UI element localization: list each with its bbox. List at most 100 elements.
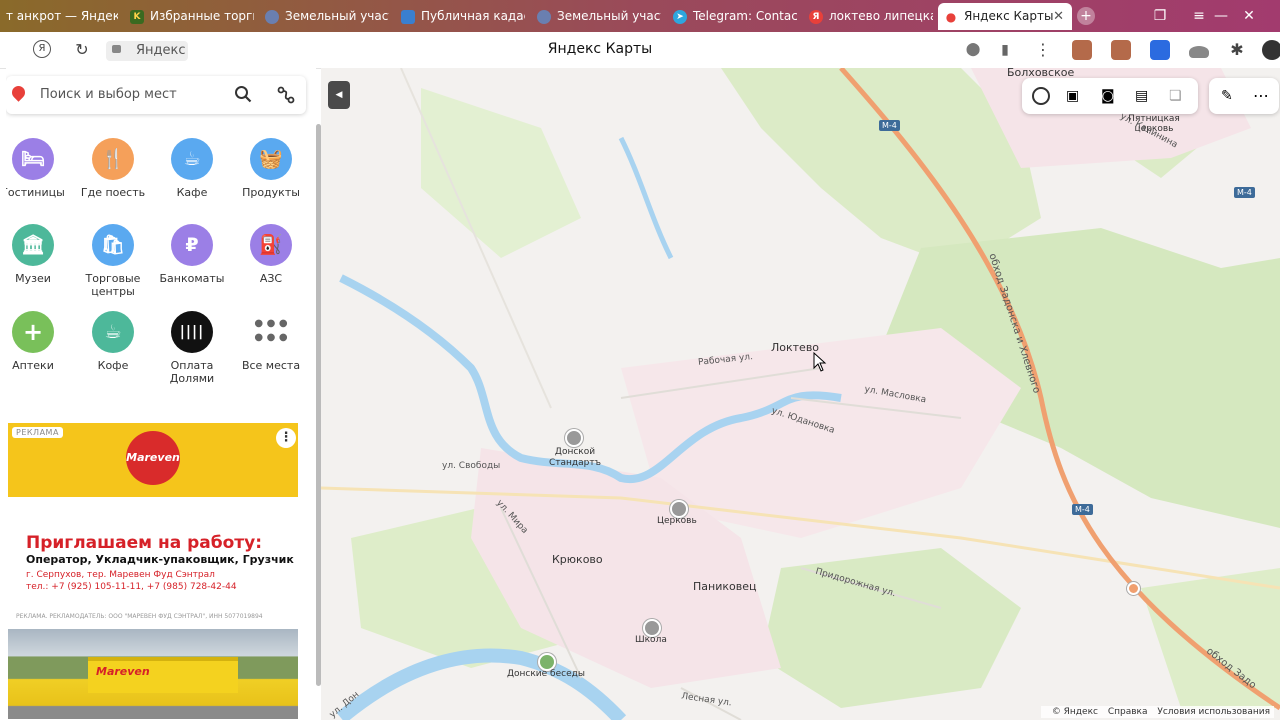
tab-title: Земельный участ [557,9,661,23]
category-all[interactable]: ● ● ● ● ● ● Все места [231,311,311,372]
rosreestr-icon [401,9,415,24]
bookmark-icon[interactable]: ▮ [995,40,1015,60]
collapse-panel-button[interactable]: ◀ [328,81,350,109]
torgi-icon: K [130,9,144,24]
browser-tab[interactable]: ➤ Telegram: Contact [667,3,797,30]
category-cafe[interactable]: ☕ Кафе [152,138,232,199]
more-options-icon[interactable]: ⋮ [276,428,296,448]
ad-badge: РЕКЛАМА [12,427,63,438]
road-shield: М-4 [879,120,900,131]
coffee-icon: ☕ [92,311,134,353]
more-horizontal-icon[interactable]: ⋯ [1253,87,1273,105]
map-base [321,68,1280,720]
category-hotels[interactable]: 🛏 Гостиницы [6,138,73,199]
category-groceries[interactable]: 🧺 Продукты [231,138,311,199]
landmark-icon[interactable] [565,429,583,447]
tab-title: т анкрот — Яндекс [6,9,118,23]
traffic-layer-icon[interactable] [1032,87,1050,105]
category-label: АЗС [259,272,283,285]
map-place-label[interactable]: Локтево [771,341,819,354]
category-coffee[interactable]: ☕ Кофе [73,311,153,372]
tab-title: Земельный участ [285,9,389,23]
extension-icon[interactable] [1072,40,1092,60]
help-link[interactable]: Справка [1108,707,1148,717]
category-malls[interactable]: 🛍 Торговые центры [73,224,153,298]
layers-icon[interactable]: ❏ [1169,87,1189,105]
menu-icon[interactable]: ≡ [1190,7,1208,25]
category-gas[interactable]: ⛽ АЗС [231,224,311,285]
browser-tab[interactable]: Публичная кадас [395,3,525,30]
gas-station-icon[interactable] [1127,582,1140,595]
bed-icon: 🛏 [12,138,54,180]
left-panel: Поиск и выбор мест 🛏 Гостиницы 🍴 Где поест… [6,68,316,720]
tab-title: Избранные торги [150,9,254,23]
map-place-label[interactable]: Крюково [552,553,603,566]
map-canvas[interactable]: ◀ ▣ ◙ ▤ ❏ ✎ ⋯ Болховское Пятницкая церко… [321,68,1280,720]
yandex-home-icon[interactable]: Я [33,40,51,58]
extension-icon[interactable] [1189,46,1209,58]
maps-pin-icon [9,83,28,102]
minimize-icon[interactable]: — [1212,7,1230,25]
page-title: Яндекс Карты [547,41,653,57]
basket-icon: 🧺 [250,138,292,180]
ruler-icon[interactable]: ✎ [1221,87,1241,105]
map-place-label[interactable]: Школа [635,635,667,645]
ad-photo: Mareven [8,629,298,719]
tabs-overview-icon[interactable]: ❐ [1151,7,1169,25]
more-vertical-icon[interactable]: ⋮ [1033,40,1053,60]
location-pin-icon[interactable]: ⬤ [963,40,983,60]
category-pharmacy[interactable]: + Аптеки [6,311,73,372]
dolyami-icon: |||| [171,311,213,353]
browser-tab[interactable]: Земельный участ [531,3,661,30]
panorama-layer-icon[interactable]: ▣ [1066,87,1086,105]
category-dolyami[interactable]: |||| Оплата Долями [152,311,232,385]
camera-layer-icon[interactable]: ◙ [1101,87,1121,105]
puzzle-icon[interactable]: ✱ [1227,40,1247,60]
map-footer: © Яндекс Справка Условия использования [1040,706,1274,718]
ad-address: г. Серпухов, тер. Маревен Фуд Сэнтрал [26,570,215,580]
search-icon[interactable] [234,85,252,103]
search-input[interactable]: Поиск и выбор мест [40,87,177,102]
category-label: Банкоматы [159,272,225,285]
close-tab-icon[interactable]: ✕ [1053,3,1064,30]
map-place-label[interactable]: Донской Стандартъ [547,447,603,469]
museum-icon: 🏛 [12,224,54,266]
fuel-icon: ⛽ [250,224,292,266]
avatar[interactable] [1262,40,1280,60]
new-tab-icon[interactable]: + [1077,7,1095,25]
reload-icon[interactable]: ↻ [72,40,92,60]
ad-legal: РЕКЛАМА. РЕКЛАМОДАТЕЛЬ: ООО "МАРЕВЕН ФУД… [16,613,263,620]
ad-positions: Оператор, Укладчик-упаковщик, Грузчик [26,553,294,566]
ad-logo: Mareven [126,431,180,485]
close-window-icon[interactable]: ✕ [1240,7,1258,25]
map-place-label[interactable]: Болховское [1007,68,1074,79]
extension-icon[interactable] [1111,40,1131,60]
browser-tab-active[interactable]: ● Яндекс Карты ✕ [938,3,1072,30]
tab-title: Публичная кадас [421,9,525,23]
ruble-icon: ₽ [171,224,213,266]
road-shield: М-4 [1234,187,1255,198]
yandex-icon: Я [809,9,823,24]
globe-icon [537,9,551,24]
bus-layer-icon[interactable]: ▤ [1135,87,1155,105]
category-food[interactable]: 🍴 Где поесть [73,138,153,199]
browser-tab[interactable]: Ялоктево липецка [803,3,933,30]
browser-tab[interactable]: Земельный участ [259,3,389,30]
map-place-label[interactable]: Донские беседы [507,669,585,679]
tab-title: локтево липецка [829,9,933,23]
browser-tab[interactable]: т анкрот — Яндекс [0,3,118,30]
ad-phone: тел.: +7 (925) 105-11-11, +7 (985) 728-4… [26,582,237,592]
search-box[interactable]: Поиск и выбор мест [6,76,306,114]
lock-icon [112,45,121,53]
extension-icon[interactable] [1150,40,1170,60]
road-shield: М-4 [1072,504,1093,515]
url-chip[interactable]: Яндекс [106,41,188,61]
route-icon[interactable] [277,86,295,104]
ad-banner[interactable]: РЕКЛАМА Mareven ⋮ Приглашаем на работу: … [8,423,298,720]
map-place-label[interactable]: Паниковец [693,580,756,593]
category-museums[interactable]: 🏛 Музеи [6,224,73,285]
terms-link[interactable]: Условия использования [1157,707,1270,717]
browser-tab[interactable]: K Избранные торги [124,3,254,30]
category-atms[interactable]: ₽ Банкоматы [152,224,232,285]
map-place-label[interactable]: Церковь [657,516,697,526]
